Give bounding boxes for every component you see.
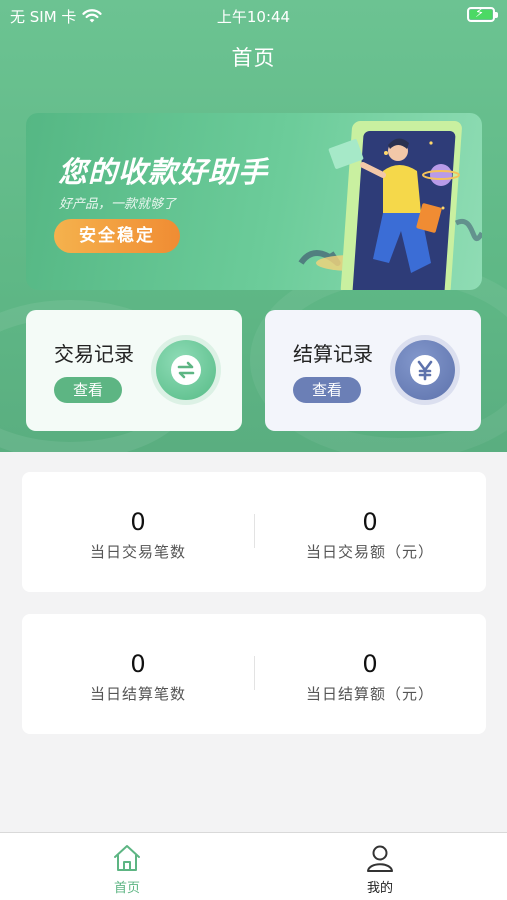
tab-bar: 首页 我的 <box>0 832 507 900</box>
status-time: 上午10:44 <box>216 8 291 26</box>
stat-settlement-amount: 0 当日结算额（元） <box>254 614 486 734</box>
stat-value: 0 <box>130 650 146 678</box>
stat-value: 0 <box>130 508 146 536</box>
stat-value: 0 <box>362 650 378 678</box>
battery-icon: ⚡ <box>467 6 498 22</box>
tab-mine-label: 我的 <box>366 881 393 896</box>
stat-transaction-count: 0 当日交易笔数 <box>22 472 254 592</box>
page-title: 首页 <box>231 46 276 70</box>
exchange-icon <box>156 340 216 400</box>
transaction-records-title: 交易记录 <box>54 342 134 366</box>
promo-banner[interactable]: 您的收款好助手 好产品，一款就够了 安全稳定 <box>26 113 482 290</box>
stat-label: 当日结算笔数 <box>89 685 186 703</box>
home-icon <box>114 845 140 871</box>
stat-label: 当日交易笔数 <box>89 543 186 561</box>
status-bar: 无 SIM 卡 上午10:44 ⚡ <box>0 0 507 30</box>
transaction-records-card[interactable]: 交易记录 查看 <box>26 310 242 431</box>
transaction-stats-card: 0 当日交易笔数 0 当日交易额（元） <box>22 472 486 592</box>
banner-illustration <box>298 121 482 290</box>
view-transactions-button[interactable]: 查看 <box>54 377 122 403</box>
banner-title: 您的收款好助手 <box>58 155 269 189</box>
tab-mine[interactable]: 我的 <box>253 833 507 900</box>
stat-label: 当日结算额（元） <box>305 685 434 703</box>
view-settlements-button[interactable]: 查看 <box>293 377 361 403</box>
settlement-records-title: 结算记录 <box>293 342 373 366</box>
banner-subtitle: 好产品，一款就够了 <box>59 197 177 212</box>
tab-home[interactable]: 首页 <box>0 833 254 900</box>
user-icon <box>367 845 393 872</box>
stat-transaction-amount: 0 当日交易额（元） <box>254 472 486 592</box>
stat-label: 当日交易额（元） <box>305 543 434 561</box>
settlement-records-card[interactable]: 结算记录 查看 <box>265 310 481 431</box>
tab-home-label: 首页 <box>113 881 140 896</box>
banner-button[interactable]: 安全稳定 <box>54 219 180 253</box>
stat-value: 0 <box>362 508 378 536</box>
yen-icon <box>395 340 455 400</box>
settlement-stats-card: 0 当日结算笔数 0 当日结算额（元） <box>22 614 486 734</box>
stat-settlement-count: 0 当日结算笔数 <box>22 614 254 734</box>
